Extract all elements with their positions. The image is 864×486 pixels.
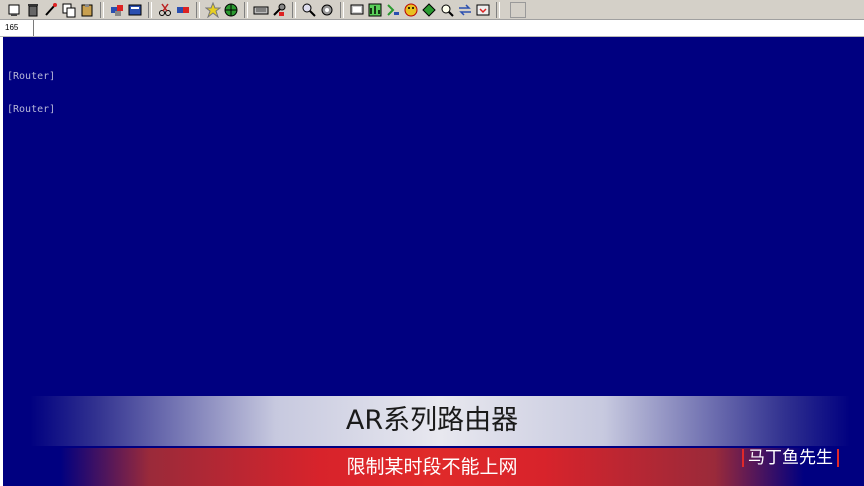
toolbar-separator (292, 1, 296, 18)
link-icon[interactable] (175, 2, 191, 18)
toolbar-group (252, 1, 288, 19)
toolbar-separator (244, 1, 248, 18)
settings-icon[interactable] (319, 2, 335, 18)
toolbar-separator (148, 1, 152, 18)
connect-icon[interactable] (43, 2, 59, 18)
watermark-bar-left (742, 449, 744, 467)
terminal-output: [Router] [Router] (7, 49, 55, 137)
toolbar-group (156, 1, 192, 19)
hosts-icon[interactable] (109, 2, 125, 18)
watermark: 马丁鱼先生 (738, 446, 843, 470)
session-tab[interactable]: 165 (0, 20, 34, 36)
transfer-icon[interactable] (457, 2, 473, 18)
toolbar-separator (100, 1, 104, 18)
properties-icon[interactable] (127, 2, 143, 18)
toolbar-group (108, 1, 144, 19)
keyboard-icon[interactable] (253, 2, 269, 18)
toolbar-separator (340, 1, 344, 18)
delete-icon[interactable] (25, 2, 41, 18)
watermark-bar-right (837, 449, 839, 467)
copy-icon[interactable] (61, 2, 77, 18)
tools-icon[interactable] (271, 2, 287, 18)
script-icon[interactable] (385, 2, 401, 18)
help-icon[interactable] (475, 2, 491, 18)
toolbar-group (204, 1, 240, 19)
caption-subtitle: 限制某时段不能上网 (346, 456, 518, 478)
toolbar-group (348, 1, 492, 19)
new-session-icon[interactable] (7, 2, 23, 18)
globe-icon[interactable] (223, 2, 239, 18)
cut-icon[interactable] (157, 2, 173, 18)
toolbar-separator (496, 1, 500, 18)
toolbar-separator (196, 1, 200, 18)
find-icon[interactable] (439, 2, 455, 18)
paste-icon[interactable] (79, 2, 95, 18)
terminal-app-window: 165 [Router] [Router] AR系列路由器 限制某时段不能上网 … (0, 0, 864, 486)
chart-icon[interactable] (367, 2, 383, 18)
arrow-icon[interactable] (421, 2, 437, 18)
monitor-icon[interactable] (349, 2, 365, 18)
star-icon[interactable] (205, 1, 221, 18)
terminal-line: [Router] (7, 71, 56, 82)
terminal-line: [Router] (7, 104, 56, 115)
caption-title: AR系列路由器 (345, 405, 519, 436)
session-tab-row: 165 (0, 20, 864, 37)
smiley-icon[interactable] (403, 2, 419, 18)
toolbar-group (6, 1, 96, 19)
toolbar (0, 0, 864, 20)
watermark-text: 马丁鱼先生 (748, 448, 833, 468)
toolbar-group (300, 1, 336, 19)
zoom-icon[interactable] (301, 2, 317, 18)
toolbar-blank-button[interactable] (510, 1, 526, 18)
